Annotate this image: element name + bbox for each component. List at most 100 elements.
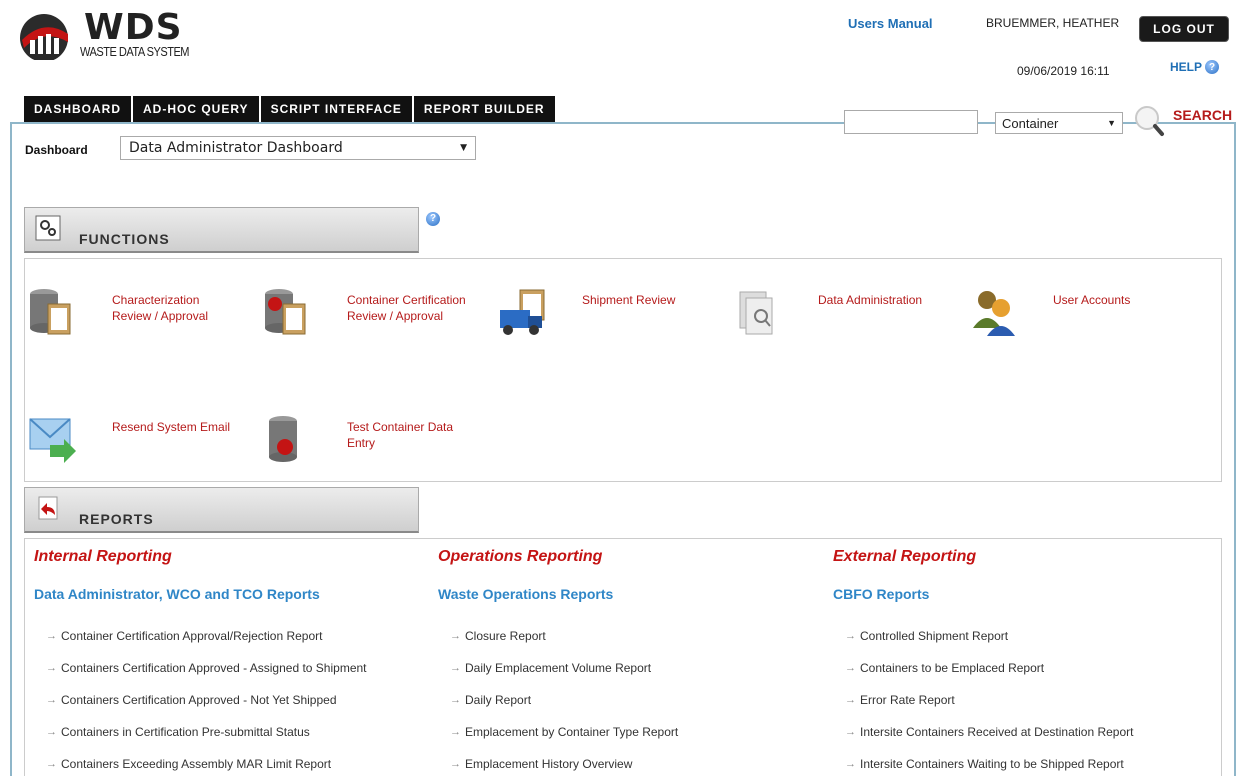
report-subheading[interactable]: CBFO Reports: [833, 586, 1133, 602]
report-link[interactable]: → Closure Report: [438, 620, 678, 652]
database-clipboard-icon: [30, 289, 71, 335]
arrow-right-icon: →: [46, 726, 57, 738]
function-label: Data Administration: [818, 293, 923, 307]
report-heading: External Reporting: [833, 548, 977, 565]
report-subheading[interactable]: Data Administrator, WCO and TCO Reports: [34, 586, 367, 602]
arrow-right-icon: →: [845, 726, 856, 738]
report-link-label: Containers Certification Approved - Not …: [61, 693, 337, 707]
report-link-label: Containers Exceeding Assembly MAR Limit …: [61, 757, 332, 771]
report-link[interactable]: → Containers Exceeding Assembly MAR Limit…: [34, 748, 367, 776]
database-certificate-icon: [265, 289, 306, 335]
report-link[interactable]: → Intersite Containers Waiting to be Ship…: [833, 748, 1133, 776]
function-label: Resend System Email: [112, 420, 231, 434]
dashboard-select[interactable]: Data Administrator Dashboard ▼: [120, 136, 476, 160]
main-nav: DASHBOARD AD-HOC QUERY SCRIPT INTERFACE …: [24, 96, 555, 122]
arrow-right-icon: →: [450, 758, 461, 770]
report-link[interactable]: → Containers Certification Approved - Ass…: [34, 652, 367, 684]
function-characterization-review[interactable]: Characterization Review / Approval: [28, 286, 242, 342]
function-label: Test Container Data Entry: [347, 420, 454, 450]
help-icon: ?: [1205, 60, 1220, 74]
arrow-right-icon: →: [845, 630, 856, 642]
chevron-down-icon: ▼: [460, 143, 467, 153]
tab-script-interface[interactable]: SCRIPT INTERFACE: [260, 96, 414, 122]
function-container-certification-review[interactable]: Container Certification Review / Approva…: [263, 286, 477, 342]
report-link-label: Containers in Certification Pre-submitta…: [61, 725, 310, 739]
functions-title: FUNCTIONS: [79, 231, 170, 247]
help-link[interactable]: HELP ?: [1170, 60, 1220, 74]
report-link[interactable]: → Containers in Certification Pre-submitt…: [34, 716, 367, 748]
tab-report-builder[interactable]: REPORT BUILDER: [413, 96, 555, 122]
function-label: Characterization Review / Approval: [112, 293, 209, 323]
search-input[interactable]: [844, 110, 978, 134]
report-link[interactable]: → Intersite Containers Received at Destin…: [833, 716, 1133, 748]
report-link-label: Intersite Containers Waiting to be Shipp…: [860, 757, 1124, 771]
email-forward-icon: [29, 418, 76, 463]
search-type-select[interactable]: Container ▼: [995, 112, 1123, 134]
arrow-right-icon: →: [46, 662, 57, 674]
search-type-value: Container: [1002, 115, 1059, 131]
report-link[interactable]: → Containers Certification Approved - Not…: [34, 684, 367, 716]
tab-ad-hoc-query[interactable]: AD-HOC QUERY: [133, 96, 261, 122]
function-data-administration[interactable]: Data Administration: [734, 286, 948, 342]
report-link-label: Container Certification Approval/Rejecti…: [61, 629, 323, 643]
report-subheading[interactable]: Waste Operations Reports: [438, 586, 678, 602]
report-link-list: → Controlled Shipment Report → Containers …: [833, 620, 1133, 776]
report-link[interactable]: → Daily Emplacement Volume Report: [438, 652, 678, 684]
reports-section-header: REPORTS: [24, 487, 419, 533]
report-link[interactable]: → Controlled Shipment Report: [833, 620, 1133, 652]
users-icon: [973, 291, 1015, 336]
tab-dashboard[interactable]: DASHBOARD: [24, 96, 133, 122]
report-column-external: External Reporting CBFO Reports → Control…: [833, 548, 1133, 776]
arrow-right-icon: →: [450, 630, 461, 642]
report-link[interactable]: → Containers to be Emplaced Report: [833, 652, 1133, 684]
arrow-right-icon: →: [450, 694, 461, 706]
report-heading: Operations Reporting: [438, 548, 603, 565]
document-search-icon: [739, 291, 773, 335]
truck-icon: [500, 289, 545, 335]
report-link-label: Intersite Containers Received at Destina…: [860, 725, 1134, 739]
report-link[interactable]: → Error Rate Report: [833, 684, 1133, 716]
database-seal-icon: [269, 416, 297, 462]
function-label: Shipment Review: [582, 293, 676, 307]
report-link-label: Closure Report: [465, 629, 546, 643]
report-back-icon: [38, 496, 58, 520]
gears-icon: [35, 215, 61, 241]
report-link-label: Daily Emplacement Volume Report: [465, 661, 652, 675]
dashboard-select-value: Data Administrator Dashboard: [129, 140, 343, 156]
report-link-list: → Container Certification Approval/Reject…: [34, 620, 367, 776]
dashboard-label: Dashboard: [25, 143, 88, 157]
function-user-accounts[interactable]: User Accounts: [969, 286, 1183, 342]
function-test-container-data-entry[interactable]: Test Container Data Entry: [263, 413, 477, 469]
current-datetime: 09/06/2019 16:11: [1017, 64, 1110, 78]
report-column-internal: Internal Reporting Data Administrator, W…: [34, 548, 367, 776]
arrow-right-icon: →: [46, 758, 57, 770]
logo-title: WDS: [84, 7, 183, 48]
report-link[interactable]: → Emplacement History Overview: [438, 748, 678, 776]
report-link-list: → Closure Report → Daily Emplacement Volum…: [438, 620, 678, 776]
arrow-right-icon: →: [450, 726, 461, 738]
report-link-label: Containers to be Emplaced Report: [860, 661, 1045, 675]
report-column-operations: Operations Reporting Waste Operations Re…: [438, 548, 678, 776]
logo-subtitle: WASTE DATA SYSTEM: [80, 44, 190, 59]
arrow-right-icon: →: [845, 758, 856, 770]
function-label: Container Certification Review / Approva…: [347, 293, 466, 323]
arrow-right-icon: →: [46, 694, 57, 706]
report-heading: Internal Reporting: [34, 548, 172, 565]
logout-button[interactable]: LOG OUT: [1139, 16, 1229, 42]
function-shipment-review[interactable]: Shipment Review: [498, 286, 712, 342]
search-button[interactable]: SEARCH: [1173, 107, 1232, 123]
search-icon[interactable]: [1130, 104, 1170, 138]
functions-section-header: FUNCTIONS: [24, 207, 419, 253]
report-link-label: Error Rate Report: [860, 693, 955, 707]
report-link-label: Controlled Shipment Report: [860, 629, 1009, 643]
functions-help-icon[interactable]: ?: [426, 208, 440, 226]
logo-mark-icon: [20, 14, 68, 60]
help-label: HELP: [1170, 60, 1203, 74]
report-link[interactable]: → Container Certification Approval/Reject…: [34, 620, 367, 652]
arrow-right-icon: →: [845, 694, 856, 706]
function-resend-system-email[interactable]: Resend System Email: [28, 413, 242, 469]
report-link-label: Containers Certification Approved - Assi…: [61, 661, 367, 675]
report-link[interactable]: → Daily Report: [438, 684, 678, 716]
report-link[interactable]: → Emplacement by Container Type Report: [438, 716, 678, 748]
users-manual-link[interactable]: Users Manual: [848, 16, 933, 31]
